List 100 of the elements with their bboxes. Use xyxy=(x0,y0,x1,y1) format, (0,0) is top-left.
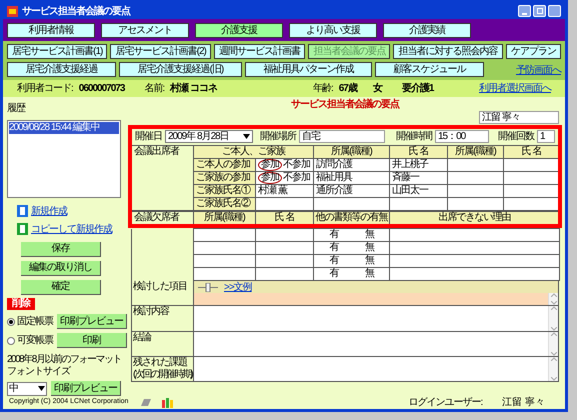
sub-tab[interactable]: 福祉用具パターン作成 xyxy=(244,62,372,77)
section-label: 残された課題 xyxy=(133,356,187,368)
table-cell[interactable] xyxy=(256,228,314,242)
no-option[interactable]: 無 xyxy=(364,229,374,241)
table-cell[interactable] xyxy=(390,198,448,210)
code-label: 利用者コード: xyxy=(17,82,73,96)
history-item[interactable]: 2009/08/28 15:44 編集中 xyxy=(9,122,119,134)
yes-option[interactable]: 有 xyxy=(329,242,338,254)
table-cell[interactable] xyxy=(256,242,314,254)
table-cell[interactable] xyxy=(390,228,560,242)
nav-tab[interactable]: 介護実績 xyxy=(383,22,471,38)
column-header: 出席できない理由 xyxy=(390,212,560,224)
action-button[interactable]: 編集の取り消し xyxy=(21,260,101,276)
sub-tab[interactable]: 担当者に対する照会内容 xyxy=(393,44,503,59)
reporter-field[interactable]: 江留 寧々 xyxy=(479,111,559,124)
user-age: 67歳 xyxy=(338,82,357,96)
sub-tab[interactable]: ケアプラン xyxy=(506,44,561,59)
column-header: 所属(職種) xyxy=(314,146,390,158)
row-label: ご家族の参加 xyxy=(194,172,256,184)
scroll-down-icon[interactable] xyxy=(550,301,556,306)
new-link[interactable]: 新規作成 xyxy=(31,204,67,219)
print-button[interactable]: 印刷 xyxy=(57,333,127,348)
table-cell[interactable] xyxy=(194,228,256,242)
row-label: ご本人の参加 xyxy=(194,158,256,172)
table-cell[interactable]: 訪問介護 xyxy=(314,158,390,172)
table-cell[interactable] xyxy=(194,242,256,254)
no-option[interactable]: 無 xyxy=(364,268,374,280)
phone-icon xyxy=(140,398,152,407)
scroll-up-icon[interactable] xyxy=(550,356,556,361)
no-option[interactable]: 無 xyxy=(364,242,374,254)
table-cell[interactable] xyxy=(194,254,256,268)
attend-option[interactable]: 参加 xyxy=(258,172,282,184)
action-button[interactable]: 保存 xyxy=(21,242,101,257)
sub-tab[interactable]: 居宅サービス計画書(2) xyxy=(110,44,211,59)
sub-tab[interactable]: 居宅介護支援経過(旧) xyxy=(119,62,242,77)
format-radio[interactable]: 可変帳票 xyxy=(7,333,57,348)
text-area[interactable] xyxy=(194,293,558,306)
history-list[interactable]: 2009/08/28 15:44 編集中 xyxy=(7,120,121,198)
no-option[interactable]: 無 xyxy=(364,255,374,267)
scrollbar[interactable] xyxy=(548,293,558,306)
nav-tab[interactable]: アセスメント xyxy=(101,22,189,38)
print-preview-button[interactable]: 印刷プレビュー xyxy=(57,314,127,329)
count-field[interactable]: 1 xyxy=(537,130,555,142)
user-select-link[interactable]: 利用者選択画面へ xyxy=(479,81,551,96)
table-cell[interactable] xyxy=(390,268,560,280)
examples-link[interactable]: >>文例 xyxy=(224,280,252,294)
absent-option[interactable]: 不参加 xyxy=(283,173,310,183)
place-label: 開催場所 xyxy=(260,130,296,144)
table-cell[interactable] xyxy=(256,254,314,268)
text-area[interactable] xyxy=(194,356,558,381)
column-header: ご本人、ご家族 xyxy=(194,146,314,158)
text-area[interactable] xyxy=(194,332,558,356)
table-cell[interactable]: 福祉用具 xyxy=(314,172,390,184)
delete-button[interactable]: 削除 xyxy=(7,298,35,310)
old-print-preview-button[interactable]: 印刷プレビュー xyxy=(51,381,121,396)
column-header: 所属(職種) xyxy=(194,212,256,224)
nav-tab[interactable]: より高い支援 xyxy=(289,22,377,38)
action-button[interactable]: 確定 xyxy=(21,280,101,295)
age-label: 年齢: xyxy=(312,82,333,96)
attend-option[interactable]: 参加 xyxy=(258,159,282,171)
copy-link[interactable]: コピーして新規作成 xyxy=(31,222,112,237)
table-cell[interactable]: 通所介護 xyxy=(314,184,390,198)
table-cell[interactable] xyxy=(194,268,256,280)
table-cell[interactable] xyxy=(448,172,504,184)
nav-tab[interactable]: 利用者情報 xyxy=(7,22,95,38)
table-cell[interactable]: 井上桃子 xyxy=(390,158,448,172)
nav-tab[interactable]: 介護支援 xyxy=(195,22,283,38)
table-cell[interactable]: 斉藤一 xyxy=(390,172,448,184)
scrollbar[interactable] xyxy=(548,356,558,381)
table-cell[interactable]: 山田太一 xyxy=(390,184,448,198)
time-field[interactable]: 15：00 xyxy=(435,130,489,142)
table-cell[interactable] xyxy=(256,268,314,280)
yes-option[interactable]: 有 xyxy=(329,268,338,280)
font-size-select[interactable]: 中 xyxy=(7,382,47,396)
table-cell[interactable] xyxy=(448,198,504,210)
table-cell[interactable] xyxy=(448,158,504,172)
sub-tab[interactable]: 顧客スケジュール xyxy=(374,62,484,77)
table-cell[interactable] xyxy=(390,242,560,254)
table-cell[interactable]: 村瀬 薫 xyxy=(256,184,314,198)
scroll-up-icon[interactable] xyxy=(550,332,556,336)
place-field[interactable]: 自宅 xyxy=(299,130,385,142)
scrollbar[interactable] xyxy=(548,332,558,356)
slider-handle-icon[interactable] xyxy=(198,282,218,292)
table-cell[interactable] xyxy=(256,198,314,210)
table-cell[interactable] xyxy=(390,254,560,268)
absent-option[interactable]: 不参加 xyxy=(283,160,310,170)
prevention-link[interactable]: 予防画面へ xyxy=(516,65,561,77)
format-radio[interactable]: 固定帳票 xyxy=(7,314,57,329)
section-sublabel: (次回の開催時期) xyxy=(133,368,192,381)
copy-document-icon xyxy=(17,223,28,236)
sub-tab[interactable]: 居宅サービス計画書(1) xyxy=(7,44,108,59)
date-select[interactable]: 2009年 8月28日 xyxy=(165,130,253,142)
table-cell[interactable] xyxy=(314,198,390,210)
table-cell[interactable] xyxy=(448,184,504,198)
yes-option[interactable]: 有 xyxy=(329,255,338,267)
old-format-note: 2008年8月以前のフォーマット xyxy=(7,354,122,366)
sub-tab[interactable]: 居宅介護支援経過 xyxy=(7,62,116,77)
font-size-label: フォントサイズ xyxy=(7,366,72,378)
yes-option[interactable]: 有 xyxy=(329,229,338,241)
sub-tab[interactable]: 週間サービス計画書 xyxy=(214,44,306,59)
